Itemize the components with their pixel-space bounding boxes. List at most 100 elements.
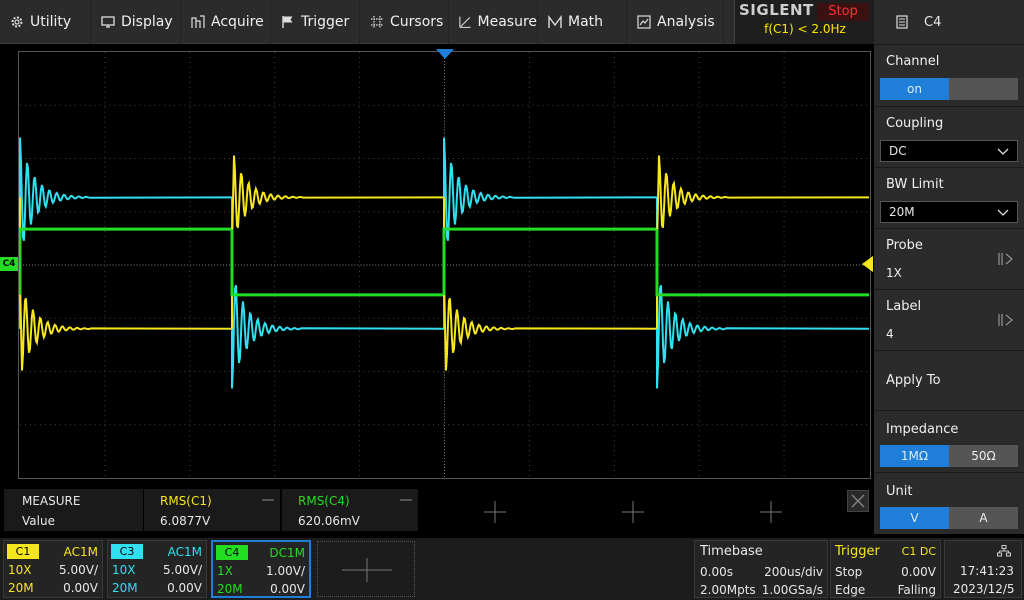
channel-tag: C3 <box>111 544 143 559</box>
channel-probe: 1X <box>217 564 233 578</box>
flag-icon <box>282 16 293 28</box>
menu-measure-label: Measure <box>477 14 538 30</box>
channel-coupling: DC1M <box>269 546 305 560</box>
trigger-position-marker[interactable] <box>436 48 456 60</box>
run-state-button[interactable]: Stop <box>817 3 869 21</box>
add-channel-slot[interactable] <box>317 541 415 597</box>
menu-display[interactable]: Display <box>91 0 181 44</box>
trigger-frequency: f(C1) < 2.0Hz <box>764 22 846 36</box>
channel-section: Channel on <box>874 44 1024 106</box>
crosshair-icon <box>371 16 383 28</box>
apply-to-section[interactable]: Apply To <box>874 350 1024 410</box>
trigger-source: C1 DC <box>901 545 936 558</box>
timebase-box[interactable]: Timebase 0.00s 200us/div 2.00Mpts 1.00GS… <box>694 540 828 598</box>
measure-item-name: RMS(C4) <box>298 494 350 508</box>
trigger-type: Edge <box>835 583 866 597</box>
label-title: Label <box>886 299 922 314</box>
c1-trace <box>231 155 445 329</box>
measure-label-cell: MEASURE Value <box>4 489 143 531</box>
channel-offset: 0.00V <box>167 581 202 595</box>
channel-off-option[interactable] <box>949 78 1018 100</box>
menu-trigger[interactable]: Trigger <box>271 0 360 44</box>
unit-section: Unit V A <box>874 472 1024 534</box>
channel-on-option[interactable]: on <box>880 78 949 100</box>
trigger-level: 0.00V <box>901 565 936 579</box>
measure-icon <box>459 16 471 28</box>
clock-date: 2023/12/5 <box>953 582 1015 596</box>
measure-item-rms-c1[interactable]: RMS(C1) 6.0877V <box>144 489 280 531</box>
menu-analysis[interactable]: Analysis <box>627 0 724 44</box>
coupling-select[interactable]: DC <box>880 140 1018 162</box>
trigger-mode: Stop <box>835 565 863 579</box>
timebase-scale: 200us/div <box>764 565 823 579</box>
measure-item-close[interactable] <box>262 499 274 501</box>
channel-c4-box[interactable]: C4 DC1M 1X 1.00V/ 20M 0.00V <box>211 540 311 598</box>
channel-c1-box[interactable]: C1 AC1M 10X 5.00V/ 20M 0.00V <box>3 540 103 598</box>
add-measure-slot[interactable] <box>483 500 507 524</box>
measure-item-value: 6.0877V <box>160 514 211 528</box>
trigger-box[interactable]: Trigger C1 DC Stop 0.00V Edge Falling <box>830 540 941 598</box>
submenu-arrow-icon <box>998 253 1013 265</box>
channel-bw: 20M <box>112 581 138 595</box>
apply-to-title: Apply To <box>886 373 941 388</box>
menu-utility[interactable]: Utility <box>0 0 91 44</box>
bottom-status-bar: C1 AC1M 10X 5.00V/ 20M 0.00V C3 AC1M 10X… <box>0 538 1024 600</box>
trigger-title: Trigger <box>835 544 880 559</box>
c3-trace <box>443 137 658 329</box>
timebase-title: Timebase <box>700 544 763 559</box>
measure-row-label: Value <box>22 514 55 528</box>
c4-offset-marker[interactable]: C4 <box>0 257 18 271</box>
menu-math[interactable]: Math <box>538 0 627 44</box>
acquire-icon <box>191 15 205 28</box>
channel-bw: 20M <box>8 581 34 595</box>
impedance-toggle[interactable]: 1MΩ 50Ω <box>880 445 1018 467</box>
probe-section[interactable]: Probe 1X <box>874 228 1024 289</box>
menu-cursors-label: Cursors <box>390 14 444 30</box>
c3-trace <box>19 137 233 329</box>
unit-a-option[interactable]: A <box>949 507 1018 529</box>
clock-time: 17:41:23 <box>960 564 1014 578</box>
bw-limit-select[interactable]: 20M <box>880 201 1018 223</box>
trigger-level-marker[interactable] <box>862 256 873 272</box>
measure-item-rms-c4[interactable]: RMS(C4) 620.06mV <box>282 489 418 531</box>
waveform-display <box>18 51 871 479</box>
channel-toggle[interactable]: on <box>880 78 1018 100</box>
menu-measure[interactable]: Measure <box>449 0 538 44</box>
channel-menu-header: C4 <box>874 0 1024 44</box>
add-measure-slot[interactable] <box>621 500 645 524</box>
clock-box[interactable]: 17:41:23 2023/12/5 <box>944 540 1022 598</box>
channel-tag: C4 <box>216 545 248 560</box>
menu-cursors[interactable]: Cursors <box>360 0 449 44</box>
channel-scale: 5.00V/ <box>163 563 202 577</box>
sample-rate: 1.00GSa/s <box>761 583 823 597</box>
add-measure-slot[interactable] <box>759 500 783 524</box>
c4-trace <box>19 227 232 295</box>
impedance-1m-option[interactable]: 1MΩ <box>880 445 949 467</box>
menu-acquire-label: Acquire <box>211 14 264 30</box>
menu-acquire[interactable]: Acquire <box>181 0 271 44</box>
probe-value: 1X <box>886 266 902 280</box>
channel-probe: 10X <box>8 563 32 577</box>
coupling-section: Coupling DC <box>874 106 1024 167</box>
bw-limit-title: BW Limit <box>886 177 944 192</box>
close-icon[interactable] <box>847 490 869 512</box>
channel-bw: 20M <box>217 582 243 596</box>
measure-item-close[interactable] <box>400 499 412 501</box>
c1-trace <box>443 197 658 371</box>
c3-trace <box>231 197 445 389</box>
label-section[interactable]: Label 4 <box>874 289 1024 350</box>
channel-c3-box[interactable]: C3 AC1M 10X 5.00V/ 20M 0.00V <box>107 540 207 598</box>
top-menu: Utility Display Acquire Trigger Cursors … <box>0 0 734 44</box>
chevron-down-icon <box>997 209 1009 216</box>
c1-trace <box>656 155 870 329</box>
impedance-50-option[interactable]: 50Ω <box>949 445 1018 467</box>
chevron-down-icon <box>997 148 1009 155</box>
unit-v-option[interactable]: V <box>880 507 949 529</box>
unit-title: Unit <box>886 484 913 499</box>
channel-probe: 10X <box>112 563 136 577</box>
channel-coupling: AC1M <box>167 545 202 559</box>
measure-header: MEASURE <box>22 494 81 508</box>
menu-trigger-label: Trigger <box>301 14 350 30</box>
unit-toggle[interactable]: V A <box>880 507 1018 529</box>
menu-utility-label: Utility <box>30 14 72 30</box>
